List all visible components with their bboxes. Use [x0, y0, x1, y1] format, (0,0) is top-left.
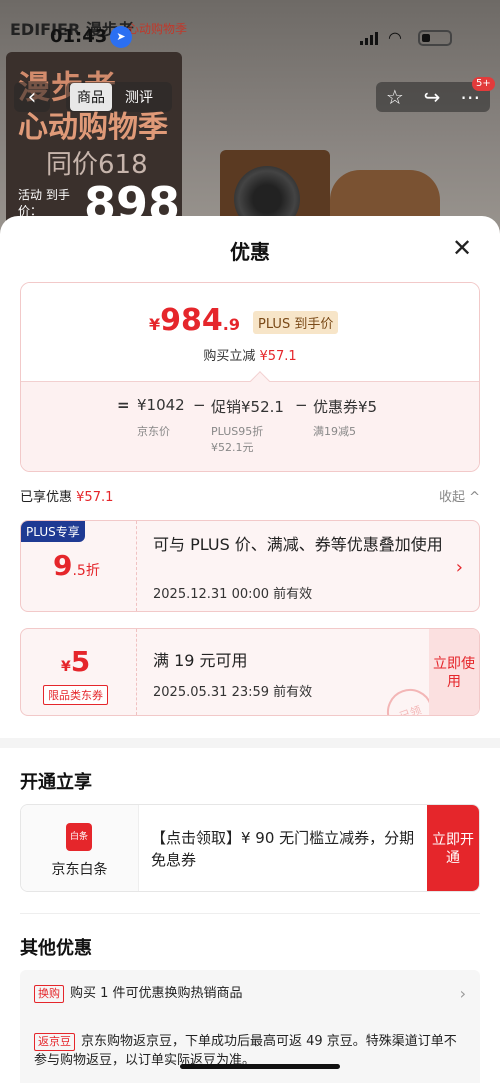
- coupon-amount: 优惠券¥5: [313, 398, 378, 416]
- discount-sheet: 优惠 ✕ ¥984.9 PLUS 到手价 购买立减 ¥57.1 = ¥1042 …: [0, 216, 500, 1083]
- collapse-button[interactable]: 收起 ^: [439, 486, 480, 505]
- status-icons: ◠: [360, 30, 452, 46]
- baitiao-icon: 白条: [66, 823, 92, 851]
- minus-sign: −: [193, 396, 206, 414]
- enjoyed-discount-row: 已享优惠 ¥57.1 收起 ^: [20, 486, 480, 505]
- brand-campaign: 心动购物季: [127, 22, 188, 36]
- coupon-label: 满19减5: [313, 425, 356, 438]
- enjoyed-amount: ¥57.1: [76, 490, 114, 505]
- use-now-button[interactable]: 立即使用: [429, 629, 479, 715]
- open-section-title: 开通立享: [20, 772, 92, 793]
- coupon-category-tag: 限品类东券: [43, 685, 108, 705]
- coupon-card: ¥5 限品类东券 满 19 元可用 2025.05.31 23:59 前有效 已…: [20, 628, 480, 716]
- tab-product[interactable]: 商品: [70, 83, 112, 111]
- discount-expiry: 2025.12.31 00:00 前有效: [153, 587, 313, 602]
- tradein-tag: 换购: [34, 985, 64, 1003]
- coupon-condition: 满 19 元可用: [153, 651, 248, 670]
- product-tabs: 商品 测评: [66, 82, 172, 112]
- divider-line: [20, 913, 480, 914]
- promo-label: PLUS95折 ¥52.1元: [211, 425, 264, 454]
- baitiao-card: 白条 京东白条 【点击领取】¥ 90 无门槛立减券，分期免息券 立即开通: [20, 804, 480, 892]
- plus-discount-card[interactable]: PLUS专享 9.5折 可与 PLUS 价、满减、券等优惠叠加使用 2025.1…: [20, 520, 480, 612]
- promo-banner: 漫步者 心动购物季 同价618 活动 到手价： 898: [6, 52, 182, 232]
- battery-icon: [418, 30, 452, 46]
- share-icon[interactable]: ↪: [424, 85, 441, 109]
- jingdou-tag: 返京豆: [34, 1033, 75, 1051]
- location-arrow-icon: ➤: [110, 26, 132, 48]
- minus-sign-2: −: [295, 396, 308, 414]
- plus-price-tag: PLUS 到手价: [253, 311, 339, 334]
- coupon-value: ¥5: [61, 645, 91, 678]
- discount-value: 9.5折: [53, 549, 100, 582]
- price-breakdown: = ¥1042 − 促销¥52.1 − 优惠券¥5 京东价 PLUS95折 ¥52…: [21, 371, 479, 471]
- discount-desc: 可与 PLUS 价、满减、券等优惠叠加使用: [153, 535, 443, 554]
- promo-line-3: 同价618: [46, 150, 148, 180]
- back-button[interactable]: ‹: [14, 82, 50, 112]
- home-indicator: [180, 1064, 340, 1069]
- signal-icon: [360, 31, 378, 45]
- promo-amount: 促销¥52.1: [211, 398, 284, 416]
- discount-subline: 购买立减 ¥57.1: [203, 349, 297, 364]
- base-price: ¥1042: [137, 396, 185, 414]
- other-section-title: 其他优惠: [20, 938, 92, 959]
- base-price-label: 京东价: [137, 425, 170, 438]
- wifi-icon: ◠: [388, 28, 402, 47]
- section-divider: [0, 738, 500, 748]
- chevron-right-icon: ›: [459, 984, 466, 1003]
- price-summary-card: ¥984.9 PLUS 到手价 购买立减 ¥57.1 = ¥1042 − 促销¥…: [20, 282, 480, 472]
- coupon-expiry: 2025.05.31 23:59 前有效: [153, 685, 313, 700]
- status-time: 01:43: [50, 26, 108, 47]
- promo-price-label: 活动 到手价：: [18, 188, 70, 218]
- plus-exclusive-tag: PLUS专享: [21, 521, 85, 542]
- star-icon[interactable]: ☆: [386, 85, 404, 109]
- close-icon[interactable]: ✕: [452, 236, 472, 260]
- tab-review[interactable]: 测评: [118, 83, 160, 111]
- enjoyed-label: 已享优惠: [20, 490, 73, 505]
- baitiao-name: 京东白条: [51, 862, 108, 878]
- chevron-left-icon: ‹: [27, 84, 37, 110]
- chevron-right-icon: ›: [455, 557, 463, 578]
- sheet-title: 优惠: [230, 240, 270, 264]
- message-badge: 5+: [472, 77, 495, 91]
- baitiao-offer-text: 【点击领取】¥ 90 无门槛立减券，分期免息券: [151, 829, 415, 869]
- final-price: ¥984.9: [149, 303, 240, 338]
- list-item-tradein[interactable]: 换购 购买 1 件可优惠换购热销商品: [34, 984, 444, 1003]
- open-now-button[interactable]: 立即开通: [427, 805, 479, 891]
- equals-sign: =: [117, 396, 130, 414]
